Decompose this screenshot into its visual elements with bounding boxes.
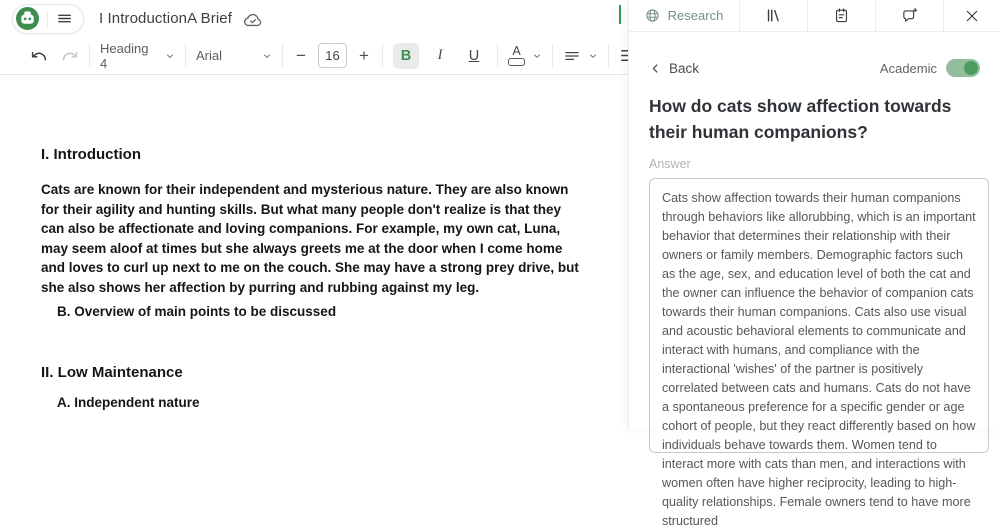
text-color-button[interactable]: A bbox=[508, 45, 525, 66]
chevron-down-icon bbox=[262, 51, 272, 61]
academic-label: Academic bbox=[880, 61, 937, 76]
chevron-left-icon bbox=[649, 62, 662, 75]
document-title[interactable]: I IntroductionA Brief bbox=[99, 10, 232, 27]
undo-button[interactable] bbox=[30, 47, 48, 65]
cloud-saved-icon bbox=[243, 10, 263, 30]
font-size-decrease-button[interactable]: − bbox=[293, 46, 309, 66]
panel-close-button[interactable] bbox=[944, 0, 1000, 31]
app-logo-icon[interactable] bbox=[16, 7, 39, 30]
doc-subheading-independent-nature[interactable]: A. Independent nature bbox=[57, 395, 628, 410]
text-align-button[interactable] bbox=[563, 47, 581, 65]
toolbar-divider bbox=[382, 44, 383, 67]
tab-notes[interactable] bbox=[808, 0, 875, 31]
font-family-value: Arial bbox=[196, 48, 244, 63]
toggle-knob bbox=[964, 61, 978, 75]
underline-button[interactable]: U bbox=[461, 43, 487, 69]
academic-toggle[interactable] bbox=[946, 59, 980, 77]
doc-paragraph[interactable]: Cats are known for their independent and… bbox=[41, 180, 588, 297]
document-header: I IntroductionA Brief bbox=[0, 0, 628, 37]
toolbar-divider bbox=[497, 44, 498, 67]
tab-research-label: Research bbox=[668, 8, 724, 23]
answer-text: Cats show affection towards their human … bbox=[662, 189, 976, 531]
redo-button[interactable] bbox=[61, 47, 79, 65]
panel-body: Back Academic How do cats show affection… bbox=[629, 59, 1000, 453]
back-label: Back bbox=[669, 61, 699, 76]
doc-subheading-overview[interactable]: B. Overview of main points to be discuss… bbox=[57, 304, 628, 319]
pill-divider bbox=[47, 11, 48, 27]
panel-controls-row: Back Academic bbox=[649, 59, 980, 77]
text-caret bbox=[619, 5, 621, 24]
font-size-input[interactable]: 16 bbox=[318, 43, 347, 68]
close-icon bbox=[964, 8, 980, 24]
doc-heading-introduction[interactable]: I. Introduction bbox=[41, 146, 628, 163]
tab-research[interactable]: Research bbox=[629, 0, 739, 31]
doc-heading-low-maintenance[interactable]: II. Low Maintenance bbox=[41, 364, 628, 381]
chevron-down-icon[interactable] bbox=[532, 51, 542, 61]
books-icon bbox=[765, 7, 782, 24]
toolbar-divider bbox=[185, 44, 186, 67]
hamburger-menu-icon[interactable] bbox=[56, 10, 73, 27]
panel-tab-bar: Research bbox=[629, 0, 1000, 32]
tab-library[interactable] bbox=[740, 0, 807, 31]
toolbar-divider bbox=[89, 44, 90, 67]
toolbar-divider bbox=[608, 44, 609, 67]
bold-button[interactable]: B bbox=[393, 43, 419, 69]
app-menu-pill bbox=[12, 4, 84, 34]
toolbar-divider bbox=[282, 44, 283, 67]
tab-new-chat[interactable] bbox=[876, 0, 943, 31]
answer-textbox[interactable]: Cats show affection towards their human … bbox=[649, 178, 989, 453]
notepad-icon bbox=[833, 7, 850, 24]
toolbar-divider bbox=[552, 44, 553, 67]
font-size-increase-button[interactable]: + bbox=[356, 46, 372, 66]
text-color-swatch bbox=[508, 58, 525, 66]
answer-label: Answer bbox=[649, 157, 980, 171]
globe-icon bbox=[645, 8, 660, 23]
chat-plus-icon bbox=[901, 7, 918, 24]
italic-button[interactable]: I bbox=[427, 43, 453, 69]
chevron-down-icon bbox=[165, 51, 175, 61]
text-color-letter: A bbox=[512, 45, 520, 57]
research-question: How do cats show affection towards their… bbox=[649, 93, 981, 145]
chevron-down-icon[interactable] bbox=[588, 51, 598, 61]
heading-style-select[interactable]: Heading 4 bbox=[100, 41, 175, 71]
back-button[interactable]: Back bbox=[649, 61, 699, 76]
document-canvas[interactable]: I. Introduction Cats are known for their… bbox=[0, 76, 628, 410]
font-family-select[interactable]: Arial bbox=[196, 48, 272, 63]
research-panel: Research bbox=[628, 0, 1000, 430]
academic-toggle-group: Academic bbox=[880, 59, 980, 77]
heading-style-value: Heading 4 bbox=[100, 41, 158, 71]
